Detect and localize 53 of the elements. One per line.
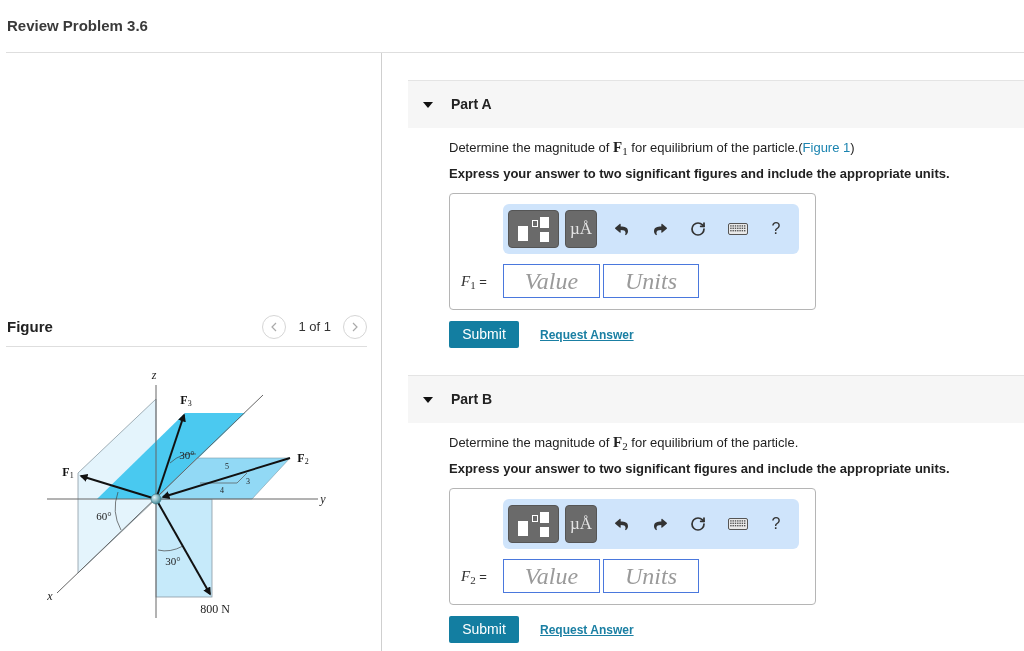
axis-label: y (320, 493, 326, 505)
angle-label: 30° (165, 555, 181, 567)
slope-label: 4 (220, 487, 224, 495)
angle-label: 30° (179, 449, 195, 461)
axis-label: z (151, 369, 157, 381)
redo-icon[interactable] (653, 517, 667, 531)
reset-icon[interactable] (690, 516, 706, 532)
question-text: Determine the magnitude of F$_{2}$ for equilibrium of the particle. (449, 434, 800, 451)
caret-down-icon[interactable] (423, 101, 433, 108)
units-field[interactable]: Units (603, 264, 699, 298)
load-label: 800 N (200, 603, 230, 615)
redo-icon[interactable] (653, 222, 667, 236)
chevron-left-icon (271, 322, 278, 332)
value-field[interactable]: Value (503, 264, 600, 298)
keyboard-icon[interactable] (728, 223, 748, 235)
force-label: F$_{2}$ (297, 452, 309, 464)
help-button[interactable]: ? (762, 215, 790, 243)
force-label: F$_{1}$ (62, 466, 74, 478)
units-button[interactable]: µÅ (565, 505, 597, 543)
answer-label: F$_{2}$ = (461, 566, 488, 588)
template-icon (518, 511, 549, 537)
slope-label: 5 (225, 463, 229, 471)
instruction-text: Express your answer to two significant figures and include the appropriate units. (449, 461, 951, 477)
undo-icon[interactable] (614, 222, 628, 236)
help-button[interactable]: ? (762, 510, 790, 538)
instruction-text: Express your answer to two significant figures and include the appropriate units. (449, 166, 951, 182)
part-title: Part A (451, 95, 492, 114)
template-icon (518, 216, 549, 242)
force-label: F$_{3}$ (180, 394, 192, 406)
part-title: Part B (451, 390, 493, 409)
slope-label: 3 (246, 478, 250, 486)
figure-heading: Figure (6, 316, 53, 337)
figure-link[interactable]: Figure 1 (802, 140, 851, 155)
page-counter: 1 of 1 (298, 318, 331, 337)
units-button[interactable]: µÅ (565, 210, 597, 248)
caret-down-icon[interactable] (423, 396, 433, 403)
question-text: Determine the magnitude of F$_{1}$ for equilibrium of the particle.(Figure 1) (449, 139, 856, 156)
keyboard-icon[interactable] (728, 518, 748, 530)
templates-button[interactable] (508, 210, 559, 248)
request-answer-link[interactable]: Request Answer (540, 325, 634, 344)
page-title: Review Problem 3.6 (6, 15, 148, 36)
submit-button[interactable]: Submit (449, 321, 519, 348)
angle-label: 60° (96, 510, 112, 522)
value-field[interactable]: Value (503, 559, 600, 593)
chevron-right-icon (352, 322, 358, 332)
reset-icon[interactable] (690, 221, 706, 237)
units-field[interactable]: Units (603, 559, 699, 593)
request-answer-link[interactable]: Request Answer (540, 620, 634, 639)
undo-icon[interactable] (614, 517, 628, 531)
templates-button[interactable] (508, 505, 559, 543)
submit-button[interactable]: Submit (449, 616, 519, 643)
answer-label: F$_{1}$ = (461, 271, 488, 293)
axis-label: x (47, 590, 53, 602)
